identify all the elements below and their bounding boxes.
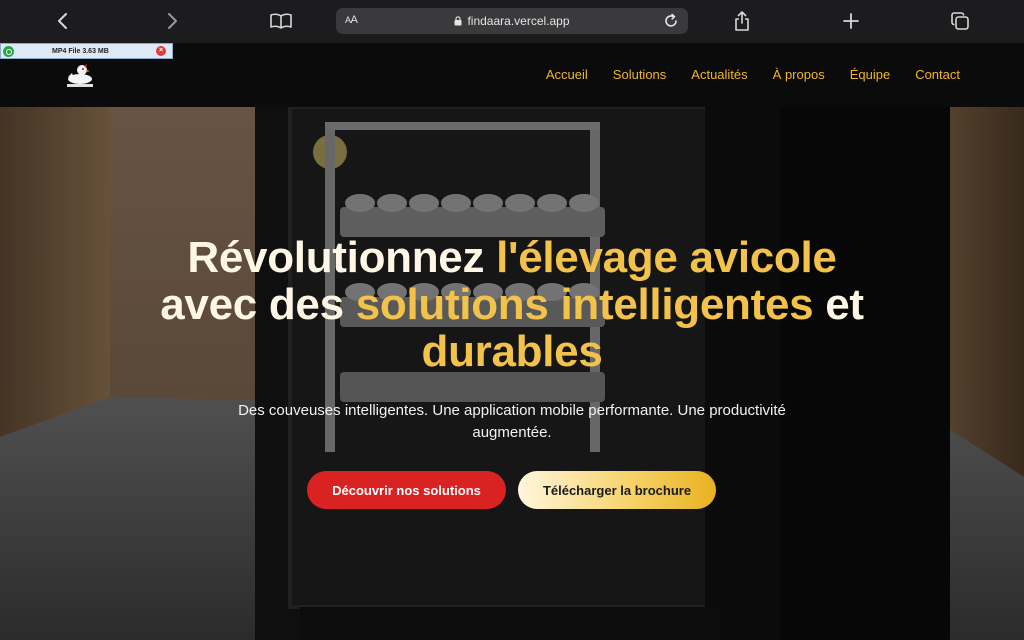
share-button[interactable] bbox=[728, 8, 756, 34]
address-bar[interactable]: AAAA findaara.vercel.app bbox=[336, 8, 688, 34]
headline-part-1: Révolutionnez bbox=[187, 233, 497, 282]
hero-headline: Révolutionnez l'élevage avicole avec des… bbox=[0, 234, 1024, 375]
hero-section: Révolutionnez l'élevage avicole avec des… bbox=[0, 107, 1024, 640]
share-icon bbox=[735, 11, 749, 31]
download-brochure-button[interactable]: Télécharger la brochure bbox=[518, 471, 716, 509]
new-tab-button[interactable] bbox=[837, 8, 865, 34]
hero-subtitle: Des couveuses intelligentes. Une applica… bbox=[238, 402, 786, 441]
new-tab-icon bbox=[843, 13, 859, 29]
reload-icon bbox=[665, 13, 677, 27]
forward-button[interactable] bbox=[158, 8, 186, 34]
reload-button[interactable] bbox=[662, 12, 680, 30]
close-icon[interactable]: × bbox=[156, 46, 166, 56]
browser-toolbar: AAAA findaara.vercel.app bbox=[0, 0, 1024, 43]
headline-part-5: et bbox=[813, 280, 864, 329]
forward-icon bbox=[168, 13, 177, 29]
nav-link-contact[interactable]: Contact bbox=[915, 67, 960, 82]
logo-icon bbox=[67, 64, 93, 87]
main-nav: Accueil Solutions Actualités À propos Éq… bbox=[521, 67, 960, 82]
download-notification[interactable]: MP4 File 3.63 MB × bbox=[0, 43, 173, 59]
back-button[interactable] bbox=[49, 8, 77, 34]
discover-solutions-button[interactable]: Découvrir nos solutions bbox=[307, 471, 506, 509]
headline-part-4: solutions intelligentes bbox=[355, 280, 814, 329]
url-text: findaara.vercel.app bbox=[467, 14, 570, 28]
site-logo[interactable] bbox=[64, 61, 96, 89]
headline-part-6: durables bbox=[421, 327, 603, 376]
back-icon bbox=[58, 13, 67, 29]
whatsapp-icon bbox=[3, 45, 14, 57]
nav-link-actualites[interactable]: Actualités bbox=[691, 67, 747, 82]
nav-link-solutions[interactable]: Solutions bbox=[613, 67, 666, 82]
lock-icon bbox=[454, 15, 462, 26]
url-display: findaara.vercel.app bbox=[336, 14, 688, 28]
nav-link-a-propos[interactable]: À propos bbox=[773, 67, 825, 82]
headline-part-2: l'élevage avicole bbox=[496, 233, 837, 282]
headline-part-3: avec des bbox=[160, 280, 356, 329]
reader-button[interactable] bbox=[267, 8, 295, 34]
tabs-icon bbox=[951, 12, 969, 30]
nav-link-equipe[interactable]: Équipe bbox=[850, 67, 890, 82]
reader-icon bbox=[270, 13, 292, 29]
download-label: MP4 File 3.63 MB bbox=[52, 47, 109, 55]
nav-link-accueil[interactable]: Accueil bbox=[546, 67, 588, 82]
tabs-overview-button[interactable] bbox=[946, 8, 974, 34]
